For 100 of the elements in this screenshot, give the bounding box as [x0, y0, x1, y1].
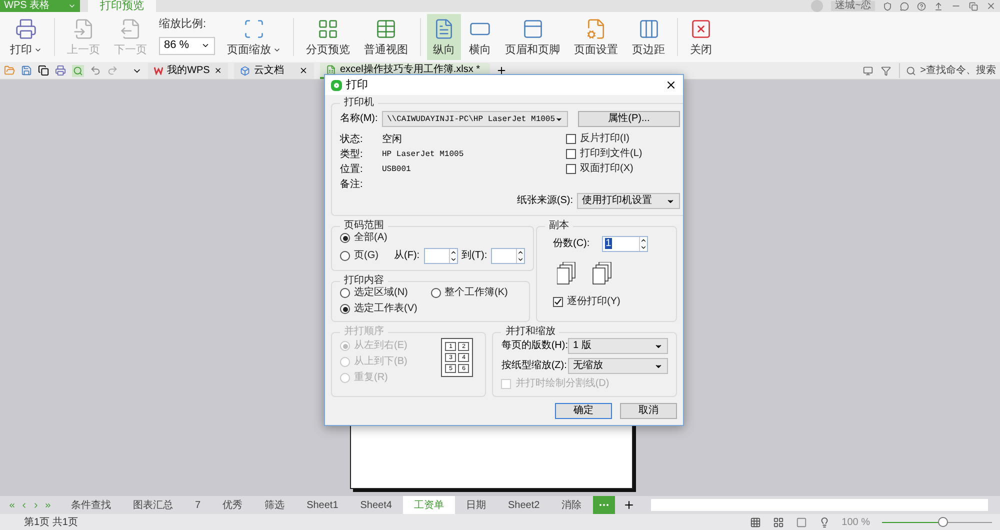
printer-select[interactable]: \\CAIWUDAYINJI-PC\HP LaserJet M1005 — [382, 111, 568, 127]
checkbox[interactable] — [566, 134, 576, 144]
close-icon[interactable] — [214, 66, 222, 75]
ribbon-button[interactable]: 分页预览 — [300, 14, 356, 60]
checkbox-label: 并打时绘制分割线(D) — [515, 378, 610, 390]
last-sheet-icon[interactable] — [44, 500, 52, 510]
paper-source-select[interactable]: 使用打印机设置 — [577, 193, 680, 209]
document-tab[interactable]: 我的WPS — [148, 62, 228, 78]
page-view-icon[interactable] — [772, 516, 784, 528]
save-icon[interactable] — [21, 65, 32, 76]
checkbox-label: 反片打印(I) — [580, 133, 630, 145]
undo-icon[interactable] — [90, 65, 101, 76]
spin-up-icon — [640, 237, 647, 244]
field-label: 从(F): — [394, 250, 420, 262]
page-count: 第1页 共1页 — [24, 516, 78, 530]
filter-icon[interactable] — [881, 66, 892, 76]
radio-label: 重复(R) — [354, 372, 388, 384]
ribbon-button[interactable]: 横向 — [463, 14, 497, 60]
split-view-icon[interactable] — [796, 516, 807, 528]
tab-label: 我的WPS — [167, 64, 210, 78]
search-icon — [906, 66, 916, 76]
spin-up-icon — [450, 249, 457, 256]
ribbon-button[interactable]: 关闭 — [684, 14, 718, 60]
cancel-button[interactable]: 取消 — [620, 403, 677, 419]
ribbon-button[interactable]: 页边距 — [626, 14, 671, 60]
help-icon[interactable] — [917, 2, 926, 10]
info-label: 备注: — [340, 178, 364, 190]
sheet-tab[interactable]: 条件查找 — [60, 496, 122, 514]
ribbon-button[interactable]: 页面设置 — [568, 14, 624, 60]
sheet-tab[interactable]: 筛选 — [254, 496, 296, 514]
field-label: 按纸型缩放(Z): — [501, 360, 567, 372]
checkbox-label: 双面打印(X) — [580, 163, 634, 175]
page-gear-icon — [585, 18, 607, 40]
folder-icon[interactable] — [4, 65, 15, 76]
first-sheet-icon[interactable] — [8, 500, 16, 510]
more-sheets-button[interactable] — [592, 496, 615, 514]
radio-button[interactable] — [430, 288, 440, 298]
ribbon-button[interactable]: 普通视图 — [358, 14, 414, 60]
zoom-slider[interactable] — [882, 517, 992, 527]
number-field[interactable] — [491, 248, 526, 264]
sheet-tab[interactable]: 消除 — [550, 496, 593, 514]
page-arrow-icon — [72, 18, 94, 40]
document-tab[interactable]: 云文档 — [234, 62, 314, 78]
checkbox[interactable] — [566, 164, 576, 174]
properties-button[interactable]: 属性(P)... — [578, 111, 680, 127]
ribbon-button[interactable]: 打印 — [4, 14, 48, 60]
prev-sheet-icon[interactable] — [20, 500, 28, 510]
radio-button[interactable] — [340, 288, 350, 298]
zoom-select[interactable]: 86 % — [159, 36, 215, 54]
radio-label: 选定工作表(V) — [354, 303, 418, 315]
radio-label: 从上到下(B) — [354, 356, 408, 368]
sheet-tab[interactable]: Sheet1 — [296, 496, 350, 514]
close-icon — [690, 18, 712, 40]
normal-view-icon[interactable] — [750, 516, 761, 528]
upload-icon[interactable] — [934, 2, 943, 10]
checkbox[interactable] — [566, 149, 576, 159]
radio-button[interactable] — [340, 304, 350, 314]
ribbon-button[interactable]: 纵向 — [427, 14, 461, 60]
next-sheet-icon[interactable] — [32, 500, 40, 510]
sheet-tab[interactable]: 日期 — [454, 496, 497, 514]
shield-icon[interactable] — [883, 2, 892, 10]
cube-icon — [240, 66, 250, 76]
grid-icon — [317, 18, 339, 40]
sheet-tab[interactable]: 优秀 — [212, 496, 254, 514]
reading-mode-icon[interactable] — [818, 516, 830, 528]
search-field[interactable]: >查找命令、搜索 — [899, 63, 996, 78]
add-tab-icon[interactable] — [496, 65, 507, 76]
info-value: HP LaserJet M1005 — [382, 148, 464, 160]
slider-thumb[interactable] — [938, 517, 948, 527]
radio-button[interactable] — [340, 233, 350, 243]
sheet-tab[interactable]: 7 — [184, 496, 212, 514]
pages-per-sheet-select[interactable]: 1 版 — [568, 338, 668, 354]
restore-icon[interactable] — [969, 2, 978, 10]
group-title: 并打和缩放 — [504, 326, 556, 338]
radio-label: 全部(A) — [354, 232, 388, 244]
printer-icon[interactable] — [55, 65, 66, 76]
margins-icon — [638, 18, 660, 40]
caret-icon — [68, 2, 76, 10]
copy-icon[interactable] — [38, 65, 49, 76]
ok-button[interactable]: 确定 — [555, 403, 612, 419]
number-field[interactable]: 1 — [602, 236, 648, 252]
sheet-tab[interactable]: Sheet2 — [496, 496, 551, 514]
avatar-icon — [811, 0, 824, 12]
chat-icon[interactable] — [900, 2, 909, 10]
zoom-value: 100 % — [842, 516, 870, 530]
ribbon-button[interactable]: 页眉和页脚 — [499, 14, 566, 60]
close-icon[interactable] — [299, 66, 308, 75]
sheet-tab[interactable]: Sheet4 — [349, 496, 403, 514]
monitor-icon[interactable] — [863, 66, 874, 76]
radio-button[interactable] — [340, 251, 350, 261]
print-preview-icon[interactable] — [72, 64, 84, 76]
number-field[interactable] — [424, 248, 458, 264]
close-icon[interactable] — [665, 79, 677, 91]
sheet-tab[interactable]: 图表汇总 — [122, 496, 184, 514]
scale-select[interactable]: 无缩放 — [568, 358, 668, 374]
checkbox[interactable] — [553, 297, 563, 307]
sheet-tab[interactable]: 工资单 — [402, 496, 455, 514]
add-sheet-icon[interactable] — [622, 499, 635, 511]
ribbon-button[interactable]: 页面缩放 — [221, 14, 287, 60]
field-label: 名称(M): — [340, 113, 378, 125]
